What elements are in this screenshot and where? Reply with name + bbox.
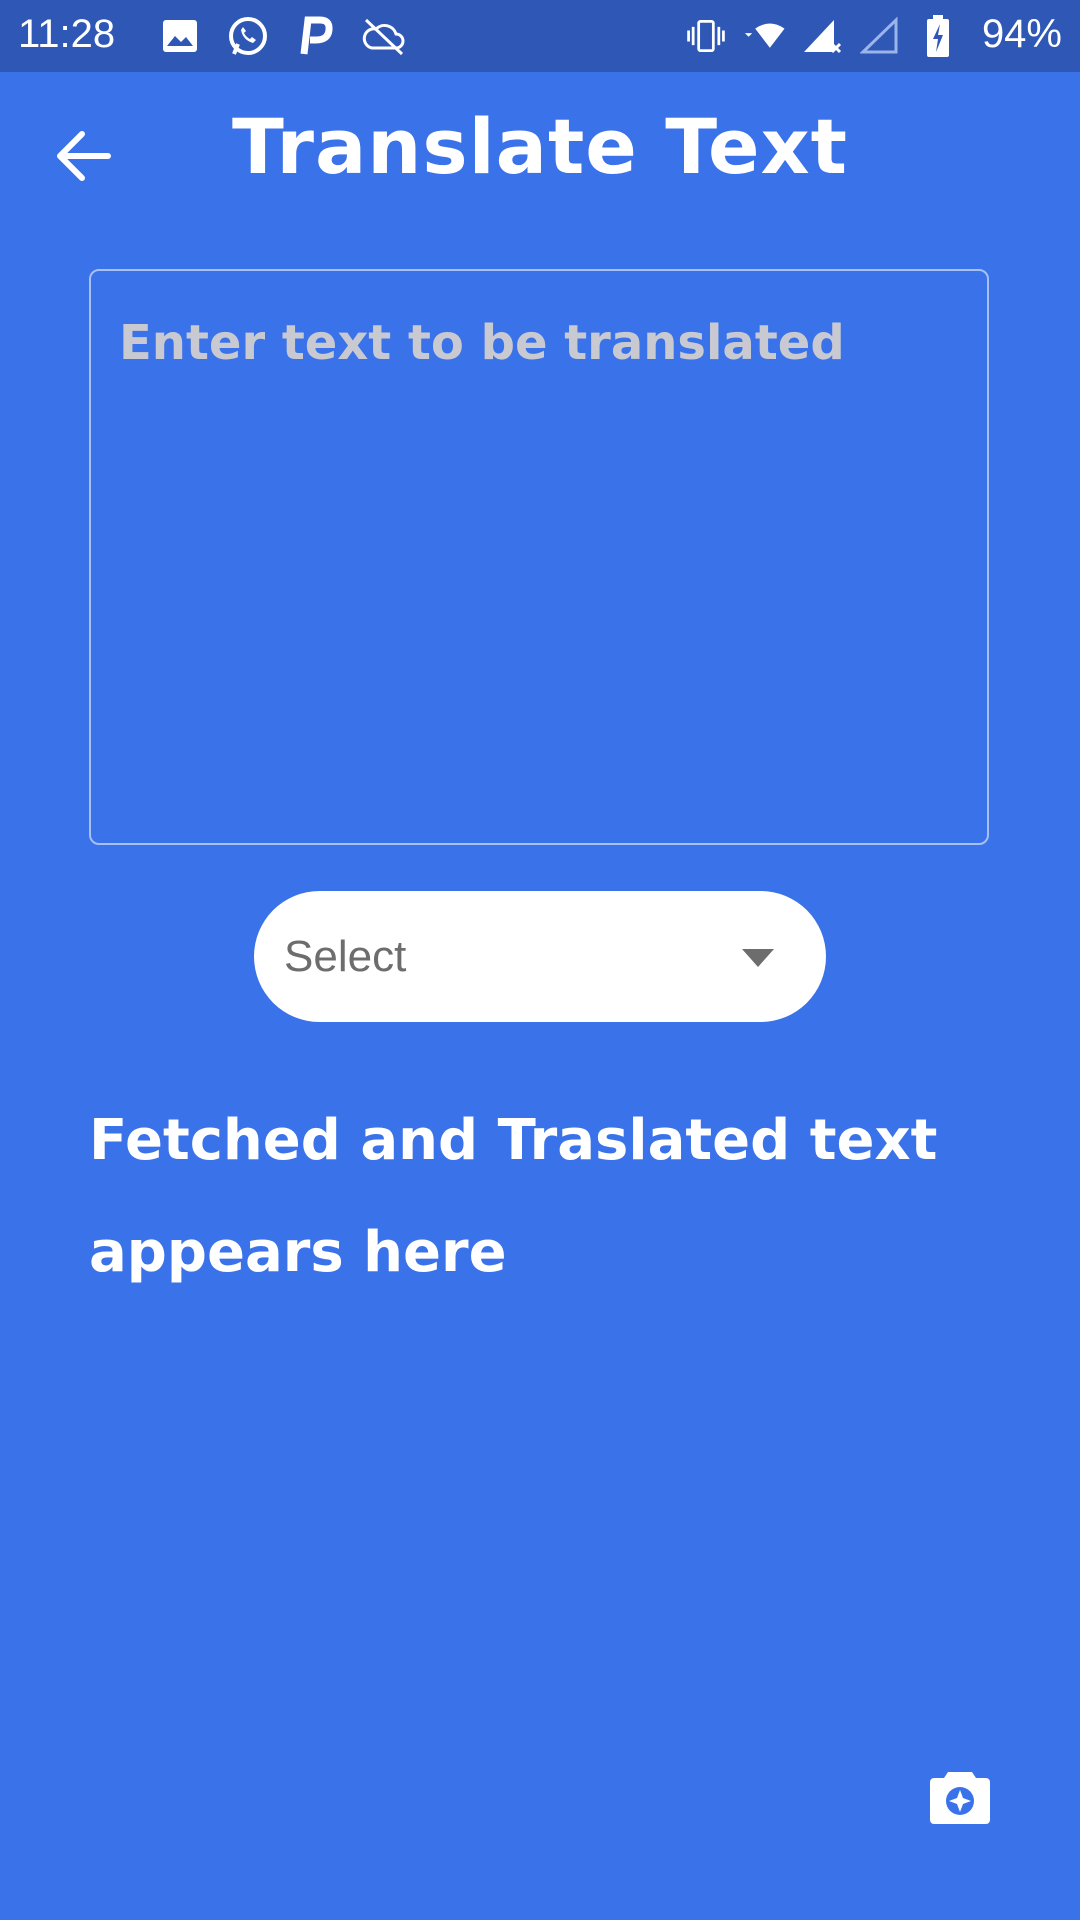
whatsapp-icon — [226, 14, 270, 58]
page-title: Translate Text — [232, 102, 848, 191]
signal-empty-icon — [858, 14, 902, 58]
translated-text: Fetched and Traslated text appears here — [89, 1108, 938, 1285]
signal-icon — [800, 14, 844, 58]
language-select-value: Select — [284, 931, 407, 981]
wifi-icon — [742, 14, 786, 58]
camera-button[interactable] — [930, 1770, 990, 1824]
translate-input-box — [89, 269, 989, 845]
caret-down-icon — [742, 948, 774, 967]
system-icons — [684, 14, 960, 58]
battery-percentage: 94% — [981, 12, 1062, 56]
notification-icons — [158, 14, 406, 58]
image-icon — [158, 14, 202, 58]
status-time: 11:28 — [18, 12, 116, 56]
app-bar: Translate Text — [0, 72, 1080, 232]
battery-icon — [916, 14, 960, 58]
status-bar: 11:28 94% — [0, 0, 1080, 72]
language-select[interactable]: Select — [254, 891, 826, 1022]
translate-input[interactable] — [91, 271, 987, 843]
p-icon — [294, 14, 338, 58]
vibrate-icon — [684, 14, 728, 58]
camera-icon — [930, 1772, 990, 1824]
cloud-off-icon — [362, 14, 406, 58]
